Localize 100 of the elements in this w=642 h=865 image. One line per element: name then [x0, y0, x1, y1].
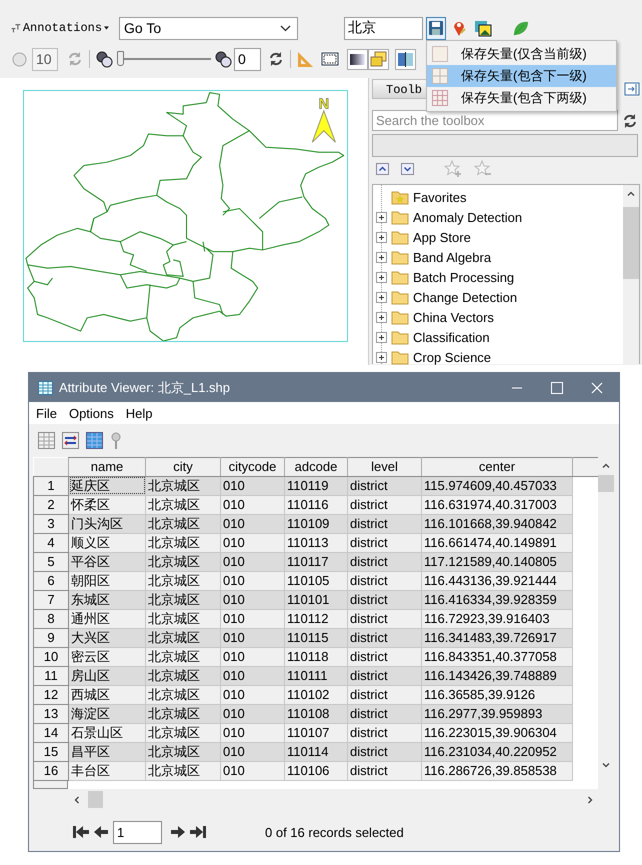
opacity-field[interactable]: 0 [234, 48, 261, 70]
toolbox-tab[interactable]: Toolb [372, 79, 425, 99]
table-cell: district [348, 495, 422, 514]
table-cell: 010 [220, 647, 284, 666]
leaf-icon[interactable] [512, 20, 529, 36]
row-header[interactable]: 1 [34, 476, 68, 495]
row-header[interactable]: 2 [34, 495, 68, 514]
scrollbar-thumb[interactable] [598, 475, 614, 492]
folder-icon [391, 350, 409, 364]
column-header[interactable]: name [68, 458, 146, 476]
select-all-icon[interactable] [86, 432, 103, 449]
expand-icon[interactable] [376, 332, 387, 342]
menu-item[interactable]: 保存矢量(包含下两级) [427, 87, 616, 109]
menu-item[interactable]: Help [126, 406, 153, 420]
tree-item[interactable]: Band Algebra [413, 250, 492, 264]
frame-icon[interactable] [321, 51, 339, 67]
close-icon[interactable] [591, 382, 603, 394]
tree-item[interactable]: Crop Science [413, 350, 492, 364]
row-header[interactable]: 9 [34, 628, 68, 647]
table-cell: 110114 [284, 742, 348, 761]
tree-item[interactable]: China Vectors [413, 310, 494, 324]
chevron-down-icon[interactable] [602, 763, 610, 768]
row-header[interactable]: 8 [34, 609, 68, 628]
refresh-icon[interactable] [268, 51, 284, 67]
row-header[interactable]: 12 [34, 685, 68, 704]
row-header[interactable]: 7 [34, 590, 68, 609]
tree-item[interactable]: App Store [413, 230, 471, 244]
dock-icon[interactable] [624, 81, 640, 97]
table-cell: 北京城区 [146, 666, 220, 685]
menu-item[interactable]: 保存矢量(仅含当前级) [427, 43, 616, 65]
chevron-down-icon[interactable] [401, 163, 414, 175]
maximize-icon[interactable] [551, 382, 563, 394]
layers-icon[interactable] [368, 48, 389, 70]
chevron-up-icon[interactable] [376, 163, 389, 175]
table-icon[interactable] [38, 432, 55, 449]
row-header[interactable]: 11 [34, 666, 68, 685]
column-header[interactable]: citycode [220, 458, 284, 476]
table-cell: 房山区 [68, 666, 146, 685]
column-header[interactable]: adcode [284, 458, 348, 476]
gradient-icon[interactable] [347, 48, 368, 70]
scrollbar-thumb[interactable] [88, 791, 103, 808]
save-button[interactable] [426, 16, 446, 40]
opacity-slider[interactable] [117, 50, 211, 68]
expand-icon[interactable] [376, 252, 387, 262]
search-field[interactable]: Search the toolbox [372, 110, 618, 131]
menu-item[interactable]: 保存矢量(包含下一级) [427, 65, 616, 87]
chevron-right-icon[interactable] [588, 796, 593, 804]
expand-icon[interactable] [376, 352, 387, 362]
vertical-scrollbar[interactable] [623, 185, 639, 364]
goto-dropdown[interactable]: Go To [119, 16, 298, 40]
swap-rows-icon[interactable] [62, 432, 79, 449]
row-header[interactable]: 15 [34, 742, 68, 761]
scrollbar-thumb[interactable] [623, 207, 639, 279]
row-header[interactable]: 10 [34, 647, 68, 666]
tree-item[interactable]: Favorites [413, 190, 466, 204]
chevron-up-icon[interactable] [627, 191, 635, 196]
square-icon [432, 46, 448, 62]
column-header[interactable]: level [348, 458, 422, 476]
table-cell: district [348, 476, 422, 495]
table-cell: 北京城区 [146, 685, 220, 704]
refresh-icon[interactable] [622, 112, 638, 128]
slider-thumb[interactable] [117, 51, 124, 66]
table-cell: 北京城区 [146, 533, 220, 552]
tree-item[interactable]: Batch Processing [413, 270, 514, 284]
tree-item[interactable]: Change Detection [413, 290, 518, 304]
row-header[interactable]: 6 [34, 571, 68, 590]
row-header[interactable]: 3 [34, 514, 68, 533]
expand-icon[interactable] [376, 232, 387, 242]
expand-icon[interactable] [376, 272, 387, 282]
table-cell: 石景山区 [68, 723, 146, 742]
tree-item[interactable]: Classification [413, 330, 490, 344]
row-header[interactable]: 16 [34, 761, 68, 780]
table-cell: 010 [220, 761, 284, 780]
table-cell: 北京城区 [146, 628, 220, 647]
row-header[interactable]: 14 [34, 723, 68, 742]
expand-icon[interactable] [376, 312, 387, 322]
annotations-button[interactable]: Annotations [10, 16, 110, 40]
last-page-icon[interactable] [188, 824, 208, 840]
menu-item[interactable]: File [36, 406, 57, 420]
location-field[interactable]: 北京 [344, 16, 423, 40]
table-cell: 116.631974,40.317003 [422, 495, 572, 514]
pin-icon[interactable] [452, 19, 466, 37]
expand-icon[interactable] [376, 292, 387, 302]
table-cell: 110109 [284, 514, 348, 533]
tree-item[interactable]: Anomaly Detection [413, 210, 522, 224]
row-header[interactable]: 5 [34, 552, 68, 571]
star-folder-icon [391, 190, 409, 204]
table-cell: district [348, 742, 422, 761]
column-header[interactable]: city [146, 458, 220, 476]
chevron-up-icon[interactable] [602, 463, 610, 468]
image-icon[interactable] [474, 20, 492, 36]
row-header[interactable]: 4 [34, 533, 68, 552]
chevron-left-icon[interactable] [74, 796, 79, 804]
row-header[interactable]: 13 [34, 704, 68, 723]
expand-icon[interactable] [376, 212, 387, 222]
page-field[interactable]: 1 [113, 820, 162, 844]
first-page-icon[interactable] [71, 824, 91, 840]
split-icon[interactable] [395, 48, 416, 70]
menu-item[interactable]: Options [68, 406, 114, 420]
column-header[interactable]: center [422, 458, 572, 476]
